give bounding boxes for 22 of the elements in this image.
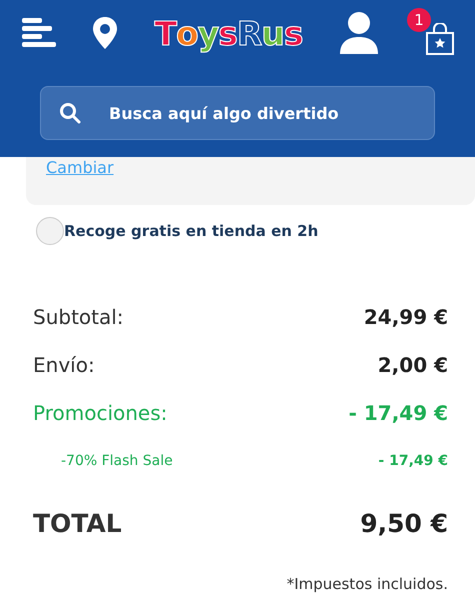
search-field[interactable]: Busca aquí algo divertido — [107, 102, 434, 124]
tax-note: *Impuestos incluidos. — [286, 574, 449, 593]
shopping-bag-icon[interactable] — [425, 23, 455, 55]
user-icon[interactable] — [340, 12, 378, 54]
location-pin-icon[interactable] — [93, 17, 118, 49]
summary-label: TOTAL — [33, 508, 122, 538]
summary-amount: - 17,49 € — [348, 401, 448, 425]
cart-count-badge: 1 — [407, 8, 431, 32]
summary-label: Envío: — [33, 353, 95, 377]
summary-amount: 24,99 € — [364, 305, 448, 329]
summary-amount: - 17,49 € — [378, 453, 448, 469]
summary-amount: 2,00 € — [378, 353, 448, 377]
logo[interactable]: ToysRus — [154, 14, 302, 52]
search-icon — [59, 102, 81, 124]
radio-button[interactable] — [36, 217, 64, 245]
summary-label: -70% Flash Sale — [61, 453, 173, 469]
pickup-option-label: Recoge gratis en tienda en 2h — [64, 222, 318, 240]
search-bar[interactable]: Busca aquí algo divertido — [40, 86, 435, 140]
summary-label: Subtotal: — [33, 305, 124, 329]
summary-amount: 9,50 € — [360, 508, 448, 538]
menu-icon[interactable] — [22, 18, 56, 48]
summary-label: Promociones: — [33, 401, 168, 425]
